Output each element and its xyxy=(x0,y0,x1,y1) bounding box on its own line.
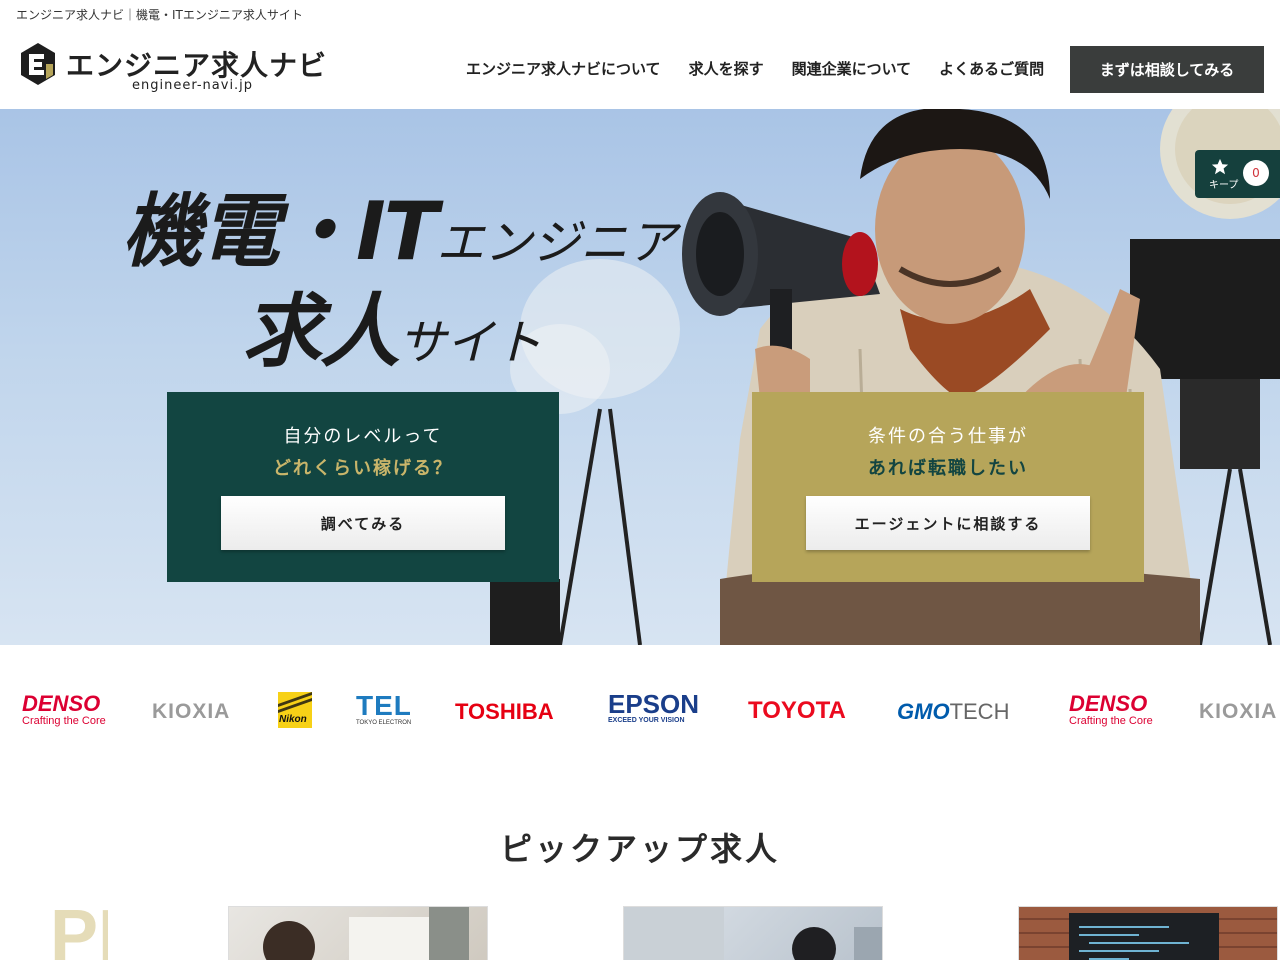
gmo-wordmark: GMO xyxy=(897,699,950,724)
pickup-decor-letters: PI xyxy=(52,906,108,960)
logo-denso-repeat: DENSO Crafting the Core xyxy=(1069,691,1153,727)
site-logo[interactable]: エンジニア求人ナビ engineer-navi.jp xyxy=(20,42,326,98)
denso-wordmark: DENSO xyxy=(1069,691,1148,716)
logo-mark-icon xyxy=(21,43,55,85)
agent-card-heading: 条件の合う仕事が xyxy=(868,426,1028,447)
hero-section: 機電・ITエンジニア 求人サイト 自分のレベルって どれくらい稼げる？ 調べてみ… xyxy=(0,109,1280,645)
hero-title-kiden-it: 機電・IT xyxy=(122,185,438,278)
nav-about[interactable]: エンジニア求人ナビについて xyxy=(466,58,661,79)
logo-nikon: Nikon xyxy=(278,692,312,728)
logo-kioxia: KIOXIA xyxy=(152,700,231,723)
logo-kioxia-repeat: KIOXIA xyxy=(1199,700,1278,723)
pickup-job-card[interactable] xyxy=(1018,906,1278,960)
salary-card-heading: 自分のレベルって xyxy=(283,426,443,447)
tel-subtitle: TOKYO ELECTRON xyxy=(356,720,412,726)
hero-title-site: サイト xyxy=(398,315,543,371)
tel-wordmark: TEL xyxy=(356,690,412,721)
pickup-jobs-heading: ピックアップ求人 xyxy=(499,830,780,868)
keep-count-badge: 0 xyxy=(1243,160,1269,186)
logo-epson: EPSON EXCEED YOUR VISION xyxy=(608,691,699,724)
logo-gmo-tech: GMOTECH xyxy=(897,699,1009,725)
check-salary-button[interactable]: 調べてみる xyxy=(221,496,505,550)
consult-agent-button[interactable]: エージェントに相談する xyxy=(806,496,1090,550)
salary-card-subheading: どれくらい稼げる？ xyxy=(273,458,453,479)
nav-related-companies[interactable]: 関連企業について xyxy=(792,58,912,79)
keep-widget[interactable]: キープ 0 xyxy=(1195,150,1280,198)
salary-check-card: 自分のレベルって どれくらい稼げる？ 調べてみる xyxy=(167,392,559,582)
logo-denso: DENSO Crafting the Core xyxy=(22,691,106,727)
hero-title-line2: 求人サイト xyxy=(242,267,542,383)
job-photo xyxy=(624,907,882,960)
nikon-wordmark: Nikon xyxy=(279,714,307,725)
epson-wordmark: EPSON xyxy=(608,689,700,719)
nav-faq[interactable]: よくあるご質問 xyxy=(939,58,1044,79)
site-tagline: エンジニア求人ナビ｜機電・ITエンジニア求人サイト xyxy=(16,8,303,22)
site-header: エンジニア求人ナビ engineer-navi.jp エンジニア求人ナビについて… xyxy=(0,26,1280,110)
logo-toyota: TOYOTA xyxy=(748,697,846,724)
denso-tagline: Crafting the Core xyxy=(22,715,106,727)
main-nav: エンジニア求人ナビについて 求人を探す 関連企業について よくあるご質問 xyxy=(466,26,1072,110)
logo-domain: engineer-navi.jp xyxy=(132,78,254,93)
hero-title-engineer: エンジニア xyxy=(436,215,677,271)
pickup-decor-text: PI xyxy=(52,906,108,960)
gmo-tech-wordmark: TECH xyxy=(949,699,1010,724)
consult-button[interactable]: まずは相談してみる xyxy=(1070,46,1264,93)
agent-consult-card: 条件の合う仕事が あれば転職したい エージェントに相談する xyxy=(752,392,1144,582)
pickup-job-card[interactable] xyxy=(228,906,488,960)
logo-toshiba: TOSHIBA xyxy=(455,699,554,724)
client-logos-strip: DENSO Crafting the Core KIOXIA Nikon TEL… xyxy=(0,645,1280,775)
denso-tagline: Crafting the Core xyxy=(1069,715,1153,727)
star-icon xyxy=(1211,158,1229,175)
logo-tel: TEL TOKYO ELECTRON xyxy=(356,690,412,727)
nav-search-jobs[interactable]: 求人を探す xyxy=(689,58,764,79)
agent-card-subheading: あれば転職したい xyxy=(868,458,1028,479)
hero-title-kyujin: 求人 xyxy=(242,285,400,378)
denso-wordmark: DENSO xyxy=(22,691,101,716)
keep-label: キープ xyxy=(1209,180,1239,191)
job-photo xyxy=(1019,907,1277,960)
hero-title-line1: 機電・ITエンジニア xyxy=(122,167,676,283)
pickup-job-card[interactable] xyxy=(623,906,883,960)
job-photo xyxy=(263,907,469,960)
